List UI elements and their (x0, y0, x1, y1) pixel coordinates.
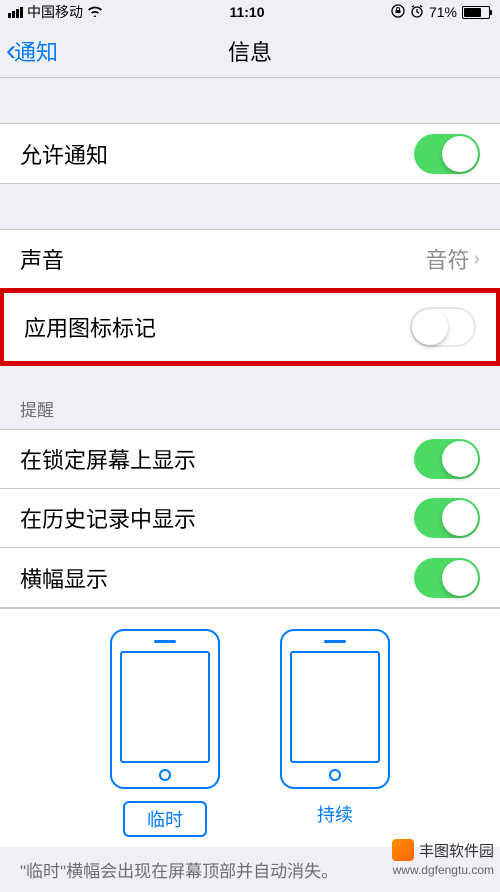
lock-screen-label: 在锁定屏幕上显示 (20, 443, 196, 475)
phone-icon (110, 629, 220, 789)
allow-notifications-switch[interactable] (414, 134, 480, 174)
back-button[interactable]: ‹ 通知 (6, 35, 58, 67)
watermark-name: 丰图软件园 (419, 840, 494, 861)
alerts-header: 提醒 (0, 366, 500, 429)
allow-notifications-label: 允许通知 (20, 138, 108, 170)
allow-notifications-cell[interactable]: 允许通知 (0, 124, 500, 183)
time-label: 11:10 (229, 4, 264, 20)
battery-percent: 71% (429, 4, 457, 20)
lock-screen-cell[interactable]: 在锁定屏幕上显示 (0, 430, 500, 489)
back-label: 通知 (14, 35, 58, 67)
battery-icon (462, 6, 492, 19)
allow-section: 允许通知 (0, 123, 500, 184)
history-label: 在历史记录中显示 (20, 502, 196, 534)
alerts-section: 在锁定屏幕上显示 在历史记录中显示 横幅显示 (0, 429, 500, 608)
history-switch[interactable] (414, 498, 480, 538)
temporary-option[interactable]: 临时 (110, 629, 220, 837)
history-cell[interactable]: 在历史记录中显示 (0, 489, 500, 548)
status-bar: 中国移动 11:10 71% (0, 0, 500, 24)
orientation-lock-icon (391, 4, 405, 21)
watermark-url: www.dgfengtu.com (393, 863, 494, 877)
watermark-logo-icon (392, 839, 414, 861)
signal-icon (8, 7, 23, 18)
banners-label: 横幅显示 (20, 562, 108, 594)
badge-label: 应用图标标记 (24, 311, 156, 343)
content: 允许通知 声音 音符 › 应用图标标记 提醒 在锁定屏幕上显示 在历史记录中显示 (0, 78, 500, 892)
watermark: 丰图软件园 (392, 839, 494, 861)
sound-badge-section: 声音 音符 › 应用图标标记 (0, 229, 500, 366)
alarm-icon (410, 4, 424, 21)
badge-cell[interactable]: 应用图标标记 (4, 293, 496, 361)
lock-screen-switch[interactable] (414, 439, 480, 479)
sound-cell[interactable]: 声音 音符 › (0, 230, 500, 289)
sound-value: 音符 › (425, 243, 480, 275)
banners-cell[interactable]: 横幅显示 (0, 548, 500, 607)
persistent-option[interactable]: 持续 (280, 629, 390, 837)
temporary-label: 临时 (123, 801, 207, 837)
phone-icon (280, 629, 390, 789)
carrier-label: 中国移动 (27, 2, 83, 22)
chevron-right-icon: › (473, 248, 480, 271)
banner-style-section: 临时 持续 (0, 608, 500, 847)
nav-bar: ‹ 通知 信息 (0, 24, 500, 78)
wifi-icon (87, 4, 103, 20)
highlight-box: 应用图标标记 (0, 288, 500, 366)
badge-switch[interactable] (410, 307, 476, 347)
banners-switch[interactable] (414, 558, 480, 598)
persistent-label: 持续 (317, 801, 353, 827)
sound-label: 声音 (20, 243, 64, 275)
status-right: 71% (391, 4, 492, 21)
status-left: 中国移动 (8, 2, 103, 22)
page-title: 信息 (228, 35, 272, 67)
